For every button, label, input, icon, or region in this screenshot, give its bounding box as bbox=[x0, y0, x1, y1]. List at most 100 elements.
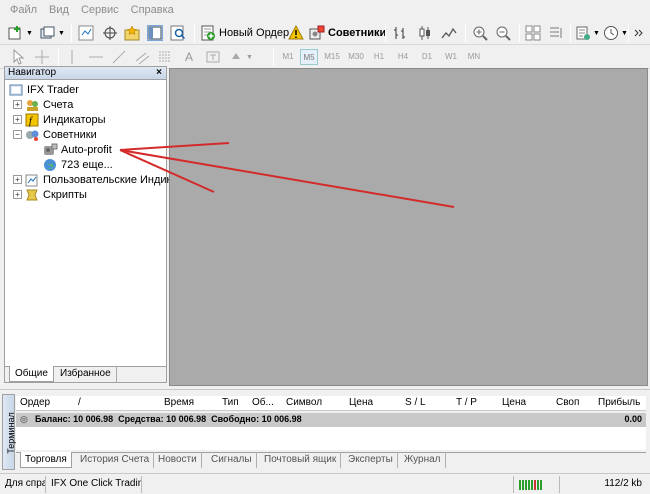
trendline-button[interactable] bbox=[111, 48, 127, 66]
menu-tools[interactable]: Сервис bbox=[75, 0, 125, 20]
new-order-button[interactable]: Новый Ордер bbox=[200, 24, 289, 42]
chart-workspace[interactable] bbox=[169, 68, 648, 386]
crosshair-icon bbox=[34, 49, 50, 65]
timeframe-d1[interactable]: D1 bbox=[418, 49, 436, 65]
orders-table-body bbox=[16, 427, 646, 450]
navigator-button[interactable] bbox=[124, 24, 140, 42]
candle-chart-button[interactable] bbox=[417, 24, 433, 42]
close-icon[interactable]: × bbox=[156, 67, 162, 79]
tab-common[interactable]: Общие bbox=[9, 366, 54, 382]
indicator-list-icon bbox=[575, 25, 591, 41]
toolbar-separator bbox=[194, 24, 195, 42]
tab-trade[interactable]: Торговля bbox=[20, 452, 72, 468]
bar-chart-button[interactable] bbox=[392, 24, 408, 42]
indicators-dropdown-button[interactable]: ▼ bbox=[575, 24, 600, 42]
crosshair-button[interactable] bbox=[34, 48, 50, 66]
menu-file[interactable]: Файл bbox=[4, 0, 43, 20]
periods-dropdown-button[interactable]: ▼ bbox=[603, 24, 628, 42]
menu-help[interactable]: Справка bbox=[125, 0, 180, 20]
col-volume[interactable]: Об... bbox=[252, 397, 274, 408]
timeframe-m30[interactable]: M30 bbox=[345, 49, 367, 65]
status-empty bbox=[144, 476, 514, 493]
tab-account-history[interactable]: История Счета bbox=[76, 452, 155, 468]
terminal-side-tab[interactable]: Терминал bbox=[2, 394, 16, 470]
arrows-dropdown-button[interactable]: ▼ bbox=[228, 48, 253, 66]
menu-view[interactable]: Вид bbox=[43, 0, 75, 20]
expand-icon[interactable]: + bbox=[13, 175, 22, 184]
fibonacci-icon bbox=[157, 49, 173, 65]
tree-item-more[interactable]: 723 еще... bbox=[43, 157, 113, 172]
timeframe-m5[interactable]: M5 bbox=[300, 49, 318, 65]
autoscroll-button[interactable] bbox=[548, 24, 564, 42]
col-profit[interactable]: Прибыль bbox=[598, 397, 640, 408]
tree-item-accounts[interactable]: + Счета bbox=[13, 97, 73, 112]
zoom-in-button[interactable] bbox=[472, 24, 488, 42]
tab-signals[interactable]: Сигналы bbox=[207, 452, 257, 468]
expand-icon[interactable]: + bbox=[13, 100, 22, 109]
terminal-tabs: Торговля История Счета Новости Сигналы П… bbox=[16, 452, 646, 469]
tab-journal[interactable]: Журнал bbox=[400, 452, 446, 468]
col-current-price[interactable]: Цена bbox=[502, 397, 526, 408]
market-watch-button[interactable] bbox=[78, 24, 94, 42]
advisors-label: Советники bbox=[328, 27, 387, 39]
tab-mailbox[interactable]: Почтовый ящик bbox=[260, 452, 342, 468]
strategy-tester-button[interactable] bbox=[170, 24, 186, 42]
text-label-button[interactable] bbox=[205, 48, 221, 66]
zoom-out-button[interactable] bbox=[495, 24, 511, 42]
overflow-icon bbox=[633, 25, 645, 41]
tab-news[interactable]: Новости bbox=[154, 452, 202, 468]
horizontal-line-icon bbox=[88, 49, 104, 65]
collapse-icon[interactable]: − bbox=[13, 130, 22, 139]
experts-icon bbox=[25, 128, 40, 142]
timeframe-mn[interactable]: MN bbox=[465, 49, 483, 65]
col-sort-icon[interactable]: / bbox=[78, 397, 81, 408]
tab-experts[interactable]: Эксперты bbox=[344, 452, 398, 468]
horizontal-line-button[interactable] bbox=[88, 48, 104, 66]
tree-item-experts[interactable]: − Советники bbox=[13, 127, 97, 142]
tree-item-scripts[interactable]: + Скрипты bbox=[13, 187, 87, 202]
data-window-button[interactable] bbox=[102, 24, 118, 42]
timeframe-h1[interactable]: H1 bbox=[370, 49, 388, 65]
advisors-button[interactable]: Советники bbox=[309, 24, 386, 42]
col-tp[interactable]: T / P bbox=[456, 397, 477, 408]
globe-icon bbox=[43, 158, 58, 172]
profiles-button[interactable]: ▼ bbox=[40, 24, 65, 42]
text-button[interactable]: A bbox=[181, 48, 197, 66]
terminal-button[interactable] bbox=[147, 24, 163, 42]
new-chart-button[interactable]: ▼ bbox=[8, 24, 33, 42]
timeframe-w1[interactable]: W1 bbox=[442, 49, 460, 65]
col-price[interactable]: Цена bbox=[349, 397, 373, 408]
col-symbol[interactable]: Символ bbox=[286, 397, 322, 408]
crosshair-target-icon bbox=[102, 25, 118, 41]
col-swap[interactable]: Своп bbox=[556, 397, 579, 408]
fibonacci-button[interactable] bbox=[157, 48, 173, 66]
tree-item-indicators[interactable]: + f Индикаторы bbox=[13, 112, 106, 127]
line-chart-button[interactable] bbox=[441, 24, 457, 42]
tree-item-label: Скрипты bbox=[43, 188, 87, 201]
tile-windows-button[interactable] bbox=[525, 24, 541, 42]
vertical-line-icon bbox=[64, 49, 80, 65]
timeframe-m1[interactable]: M1 bbox=[279, 49, 297, 65]
expand-icon[interactable]: + bbox=[13, 190, 22, 199]
tab-favorites[interactable]: Избранное bbox=[55, 366, 117, 382]
col-time[interactable]: Время bbox=[164, 397, 194, 408]
col-order[interactable]: Ордер bbox=[20, 397, 50, 408]
alert-button[interactable] bbox=[288, 24, 304, 42]
tree-item-auto-profit[interactable]: Auto-profit bbox=[43, 142, 112, 157]
navigator-header: Навигатор × bbox=[5, 67, 166, 80]
vertical-line-button[interactable] bbox=[64, 48, 80, 66]
channel-button[interactable] bbox=[134, 48, 150, 66]
toolbar-separator bbox=[58, 48, 59, 66]
timeframe-m15[interactable]: M15 bbox=[321, 49, 343, 65]
cursor-button[interactable] bbox=[10, 48, 26, 66]
expand-icon[interactable]: + bbox=[13, 115, 22, 124]
toolbar-overflow-button[interactable] bbox=[633, 24, 645, 42]
navigator-title: Навигатор bbox=[8, 67, 57, 78]
col-sl[interactable]: S / L bbox=[405, 397, 426, 408]
tree-root[interactable]: IFX Trader bbox=[9, 82, 79, 97]
col-type[interactable]: Тип bbox=[222, 397, 239, 408]
timeframe-h4[interactable]: H4 bbox=[394, 49, 412, 65]
new-order-label: Новый Ордер bbox=[219, 27, 290, 39]
scripts-icon bbox=[25, 188, 40, 202]
accounts-icon bbox=[25, 98, 40, 112]
